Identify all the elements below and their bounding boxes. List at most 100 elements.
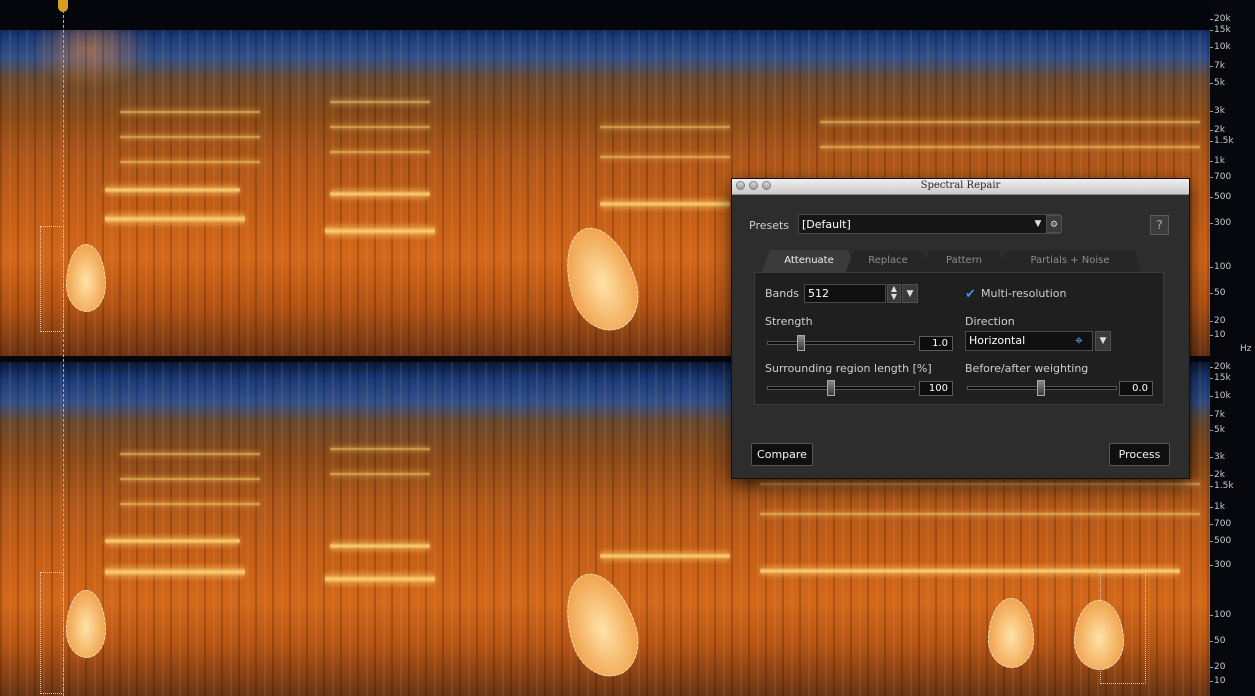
freq-tick: 1.5k	[1210, 481, 1234, 491]
freq-tick: 100	[1209, 610, 1232, 620]
freq-tick: 15k	[1210, 373, 1231, 383]
harmonic-band	[820, 120, 1200, 124]
harmonic-band	[330, 100, 430, 104]
harmonic-band	[120, 452, 260, 456]
selection-box[interactable]	[40, 226, 64, 332]
direction-label: Direction	[965, 315, 1015, 328]
harmonic-band	[330, 150, 430, 154]
harmonic-band	[330, 190, 430, 198]
harmonic-band	[120, 160, 260, 164]
weighting-label: Before/after weighting	[965, 362, 1089, 375]
harmonic-band	[600, 155, 730, 159]
harmonic-band	[325, 574, 435, 584]
freq-tick: 3k	[1210, 452, 1225, 462]
freq-tick: 7k	[1210, 61, 1225, 71]
harmonic-band	[105, 186, 240, 194]
freq-tick: 1.5k	[1210, 136, 1234, 146]
repair-mode-tabs: Attenuate Replace Pattern Partials + Noi…	[762, 250, 1142, 272]
presets-value: [Default]	[802, 218, 851, 231]
tab-attenuate[interactable]: Attenuate	[762, 250, 856, 272]
weighting-slider-thumb[interactable]	[1037, 380, 1045, 396]
harmonic-band	[120, 477, 260, 481]
direction-dropdown-arrow-icon[interactable]: ▼	[1095, 331, 1111, 351]
freq-tick: 7k	[1210, 410, 1225, 420]
harmonic-band	[105, 214, 245, 224]
freq-tick: 20	[1209, 662, 1226, 672]
direction-horizontal-icon: ⌖	[1075, 333, 1083, 349]
freq-tick: 3k	[1210, 106, 1225, 116]
multires-checkbox[interactable]: ✔	[965, 288, 978, 301]
spectral-repair-dialog: Spectral Repair Presets [Default] ▼ ⚙ ? …	[731, 178, 1190, 479]
freq-tick: 20k	[1210, 14, 1231, 24]
weighting-value[interactable]: 0.0	[1119, 381, 1153, 396]
compare-button[interactable]: Compare	[751, 443, 813, 466]
freq-tick: 10	[1209, 676, 1226, 686]
harmonic-band	[120, 135, 260, 139]
harmonic-band	[120, 502, 260, 506]
bands-field[interactable]: 512	[804, 284, 886, 303]
surrounding-label: Surrounding region length [%]	[765, 362, 932, 375]
freq-tick: 500	[1209, 536, 1232, 546]
freq-tick: 5k	[1210, 78, 1225, 88]
freq-tick: 2k	[1210, 125, 1225, 135]
bands-value: 512	[808, 287, 829, 300]
harmonic-band	[600, 125, 730, 129]
tab-replace[interactable]: Replace	[846, 250, 930, 272]
freq-tick: 2k	[1210, 470, 1225, 480]
harmonic-band	[820, 145, 1200, 149]
freq-tick: 10k	[1210, 391, 1231, 401]
freq-tick: 20k	[1210, 362, 1231, 372]
harmonic-band	[330, 447, 430, 451]
freq-tick: 300	[1209, 560, 1232, 570]
strength-label: Strength	[765, 315, 813, 328]
harmonic-band	[600, 200, 730, 208]
surrounding-slider[interactable]	[767, 386, 915, 390]
surrounding-value[interactable]: 100	[919, 381, 953, 396]
dialog-titlebar[interactable]: Spectral Repair	[732, 179, 1189, 195]
freq-tick: 100	[1209, 262, 1232, 272]
presets-gear-icon[interactable]: ⚙	[1046, 215, 1062, 233]
freq-tick: 20	[1209, 316, 1226, 326]
tab-pattern[interactable]: Pattern	[922, 250, 1006, 272]
strength-slider-thumb[interactable]	[797, 335, 805, 351]
playhead-marker-icon[interactable]	[58, 0, 68, 12]
freq-tick: 50	[1209, 288, 1226, 298]
freq-tick: 300	[1209, 218, 1232, 228]
tab-partials-noise[interactable]: Partials + Noise	[998, 250, 1142, 272]
surrounding-slider-thumb[interactable]	[827, 380, 835, 396]
freq-tick: 10k	[1210, 42, 1231, 52]
freq-tick: 5k	[1210, 425, 1225, 435]
help-button[interactable]: ?	[1150, 215, 1169, 235]
playhead-cursor[interactable]	[63, 0, 64, 696]
freq-tick: 10	[1209, 330, 1226, 340]
selection-box[interactable]	[40, 572, 64, 694]
freq-tick: 700	[1209, 172, 1232, 182]
harmonic-band	[600, 552, 730, 560]
attenuate-panel: Bands 512 ▲ ▼ ▼ ✔ Multi-resolution Streng…	[754, 272, 1164, 405]
harmonic-band	[325, 226, 435, 236]
harmonic-band	[120, 110, 260, 114]
harmonic-band	[105, 537, 240, 545]
strength-slider[interactable]	[767, 341, 915, 345]
harmonic-band	[105, 567, 245, 577]
strength-value[interactable]: 1.0	[919, 336, 953, 351]
presets-dropdown-arrow-icon[interactable]: ▼	[1030, 215, 1046, 233]
freq-tick: 15k	[1210, 25, 1231, 35]
freq-tick: 1k	[1210, 502, 1225, 512]
harmonic-band	[330, 125, 430, 129]
spectrogram-top-edge	[0, 0, 1210, 30]
direction-value: Horizontal	[969, 334, 1026, 347]
freq-tick: 50	[1209, 636, 1226, 646]
freq-tick: 700	[1209, 519, 1232, 529]
harmonic-band	[330, 542, 430, 550]
bands-label: Bands	[765, 287, 799, 300]
dialog-title: Spectral Repair	[920, 180, 1001, 191]
process-button[interactable]: Process	[1109, 443, 1170, 466]
freq-unit-label: Hz	[1240, 344, 1252, 354]
freq-tick: 500	[1209, 192, 1232, 202]
harmonic-band	[330, 472, 430, 476]
bands-dropdown-arrow-icon[interactable]: ▼	[902, 284, 918, 303]
presets-dropdown[interactable]: [Default]	[798, 214, 1060, 234]
multires-label: Multi-resolution	[981, 287, 1067, 300]
bands-stepper[interactable]: ▲ ▼	[887, 284, 901, 303]
